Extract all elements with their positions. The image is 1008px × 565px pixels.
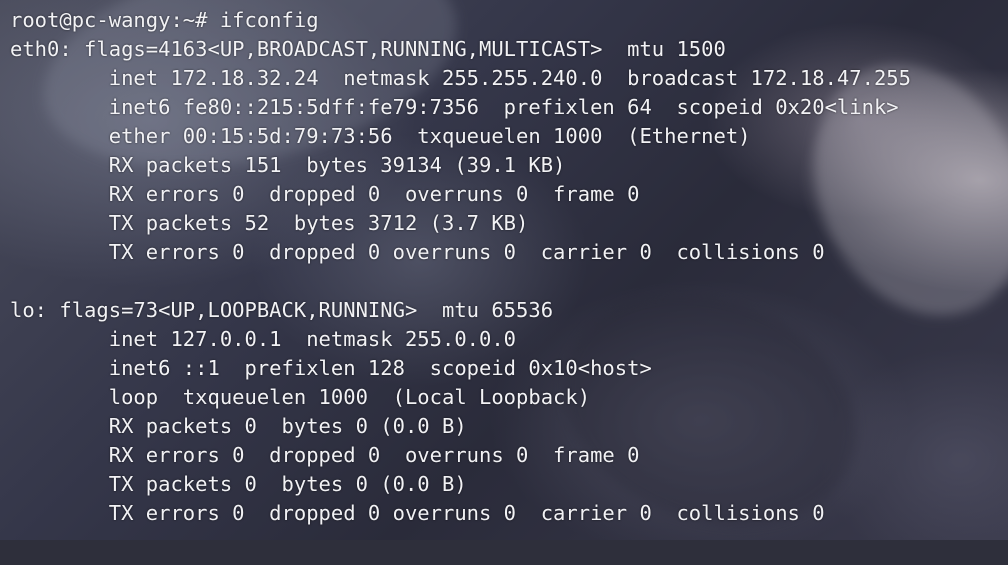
terminal-line-eth0-inet6: inet6 fe80::215:5dff:fe79:7356 prefixlen…	[10, 95, 899, 119]
terminal-line-eth0-rx-errors: RX errors 0 dropped 0 overruns 0 frame 0	[10, 182, 640, 206]
terminal-line-eth0-rx-packets: RX packets 151 bytes 39134 (39.1 KB)	[10, 153, 566, 177]
terminal-line-lo-flags: lo: flags=73<UP,LOOPBACK,RUNNING> mtu 65…	[10, 298, 554, 322]
terminal-line-eth0-flags: eth0: flags=4163<UP,BROADCAST,RUNNING,MU…	[10, 37, 726, 61]
terminal-line-lo-loop: loop txqueuelen 1000 (Local Loopback)	[10, 385, 591, 409]
terminal-line-lo-tx-errors: TX errors 0 dropped 0 overruns 0 carrier…	[10, 501, 825, 525]
terminal-line-eth0-tx-errors: TX errors 0 dropped 0 overruns 0 carrier…	[10, 240, 825, 264]
terminal-line-lo-rx-errors: RX errors 0 dropped 0 overruns 0 frame 0	[10, 443, 640, 467]
terminal-line-eth0-inet: inet 172.18.32.24 netmask 255.255.240.0 …	[10, 66, 911, 90]
terminal-line-lo-inet6: inet6 ::1 prefixlen 128 scopeid 0x10<hos…	[10, 356, 652, 380]
terminal-line-eth0-tx-packets: TX packets 52 bytes 3712 (3.7 KB)	[10, 211, 529, 235]
terminal-line-prompt: root@pc-wangy:~# ifconfig	[10, 8, 319, 32]
terminal-line-lo-tx-packets: TX packets 0 bytes 0 (0.0 B)	[10, 472, 467, 496]
terminal-line-lo-rx-packets: RX packets 0 bytes 0 (0.0 B)	[10, 414, 467, 438]
terminal-line-eth0-ether: ether 00:15:5d:79:73:56 txqueuelen 1000 …	[10, 124, 751, 148]
terminal-output[interactable]: root@pc-wangy:~# ifconfig eth0: flags=41…	[10, 6, 1008, 528]
terminal-line-lo-inet: inet 127.0.0.1 netmask 255.0.0.0	[10, 327, 517, 351]
